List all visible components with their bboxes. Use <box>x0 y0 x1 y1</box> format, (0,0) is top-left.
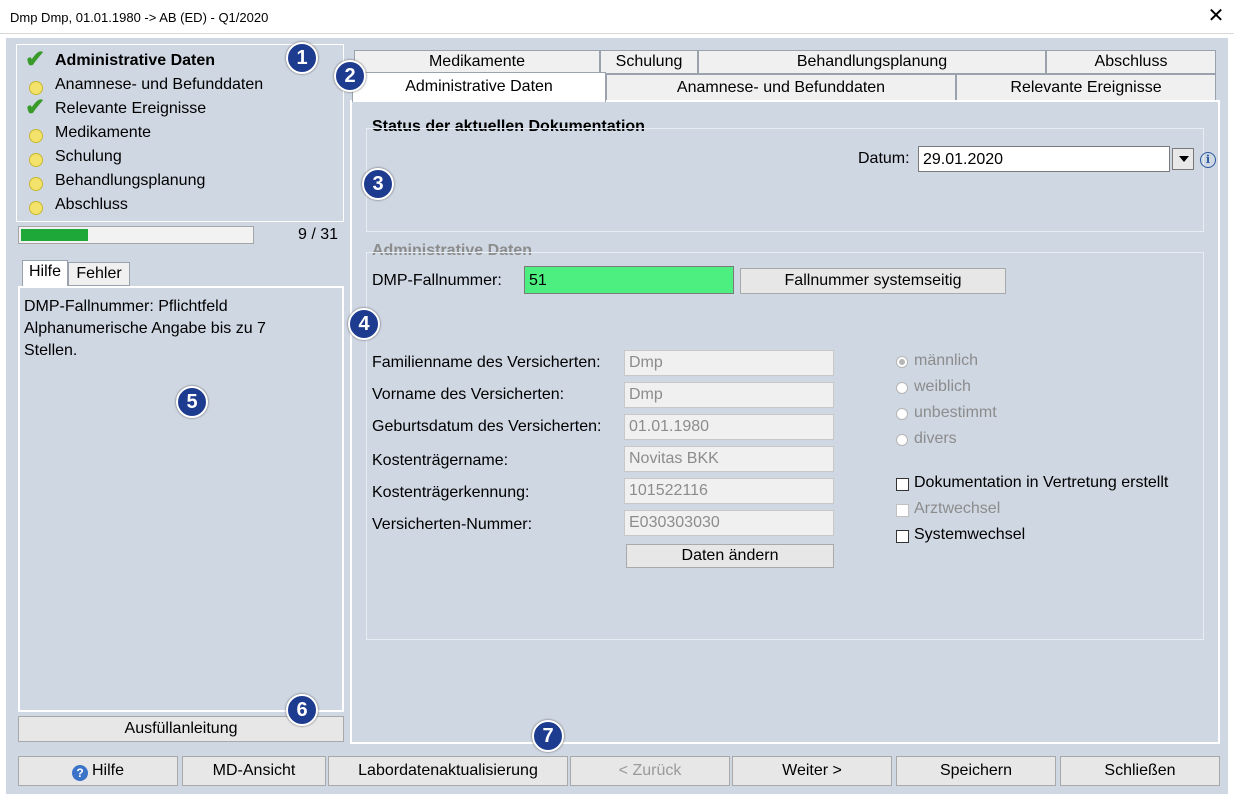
checkbox-label: Dokumentation in Vertretung erstellt <box>914 474 1169 491</box>
field-label: Vorname des Versicherten: <box>372 386 565 403</box>
nav-item-label: Anamnese- und Befunddaten <box>55 76 264 93</box>
yellow-dot-icon <box>27 172 45 191</box>
checkbox-label: Systemwechsel <box>914 526 1026 543</box>
hilfe-label: Hilfe <box>91 762 124 779</box>
badge-2: 2 <box>334 60 366 92</box>
arztwechsel-checkbox[interactable] <box>896 504 909 517</box>
fallnummer-input[interactable]: 51 <box>524 266 734 294</box>
badge-1: 1 <box>286 42 318 74</box>
nav-item-relevante-ereignisse[interactable]: ✔ Relevante Ereignisse <box>25 94 327 121</box>
schliessen-button[interactable]: Schließen <box>1060 756 1220 786</box>
kostentraegername-field[interactable]: Novitas BKK <box>624 446 834 472</box>
radio-label: weiblich <box>914 378 971 395</box>
field-label: Kostenträgerkennung: <box>372 484 530 501</box>
badge-6: 6 <box>286 694 318 726</box>
yellow-dot-icon <box>27 148 45 167</box>
help-text-line: DMP-Fallnummer: Pflichtfeld <box>24 298 228 315</box>
tab-schulung[interactable]: Schulung <box>600 50 698 74</box>
tab-fehler[interactable]: Fehler <box>68 262 130 286</box>
yellow-dot-icon <box>27 76 45 95</box>
tab-administrative-daten[interactable]: Administrative Daten <box>352 72 606 102</box>
weiter-button[interactable]: Weiter > <box>732 756 892 786</box>
nav-item-administrative-daten[interactable]: ✔ Administrative Daten <box>25 46 327 73</box>
md-ansicht-button[interactable]: MD-Ansicht <box>182 756 326 786</box>
tab-anamnese[interactable]: Anamnese- und Befunddaten <box>606 74 956 102</box>
progress-text: 9 / 31 <box>298 226 339 243</box>
tab-behandlungsplanung[interactable]: Behandlungsplanung <box>698 50 1046 74</box>
nav-item-medikamente[interactable]: Medikamente <box>27 121 327 145</box>
title-bar: Dmp Dmp, 01.01.1980 -> AB (ED) - Q1/2020… <box>0 0 1234 34</box>
radio-weiblich[interactable] <box>896 382 908 394</box>
help-text-line: Stellen. <box>24 342 78 359</box>
yellow-dot-icon <box>27 196 45 215</box>
nav-item-abschluss[interactable]: Abschluss <box>27 193 327 217</box>
speichern-button[interactable]: Speichern <box>896 756 1056 786</box>
help-panel: DMP-Fallnummer: Pflichtfeld Alphanumeris… <box>18 286 344 712</box>
nav-item-label: Administrative Daten <box>55 52 216 69</box>
familienname-field[interactable]: Dmp <box>624 350 834 376</box>
vertretung-checkbox[interactable] <box>896 478 909 491</box>
nav-item-label: Behandlungsplanung <box>55 172 206 189</box>
fallnummer-label: DMP-Fallnummer: <box>372 272 502 289</box>
field-label: Kostenträgername: <box>372 452 509 469</box>
badge-5: 5 <box>176 386 208 418</box>
zurueck-button[interactable]: < Zurück <box>570 756 730 786</box>
kostentraegerkennung-field[interactable]: 101522116 <box>624 478 834 504</box>
tab-hilfe[interactable]: Hilfe <box>22 260 68 286</box>
progress-bar <box>18 226 254 244</box>
hilfe-button[interactable]: ? Hilfe <box>18 756 178 786</box>
fallnummer-systemseitig-button[interactable]: Fallnummer systemseitig <box>740 268 1006 294</box>
geburtsdatum-field[interactable]: 01.01.1980 <box>624 414 834 440</box>
status-group-box <box>366 128 1204 232</box>
radio-label: männlich <box>914 352 979 369</box>
radio-unbestimmt[interactable] <box>896 408 908 420</box>
tab-medikamente[interactable]: Medikamente <box>354 50 600 74</box>
nav-item-label: Medikamente <box>55 124 152 141</box>
field-label: Versicherten-Nummer: <box>372 516 533 533</box>
nav-item-anamnese[interactable]: Anamnese- und Befunddaten <box>27 73 327 97</box>
checkmark-icon: ✔ <box>25 94 46 121</box>
badge-7: 7 <box>532 720 564 752</box>
nav-item-schulung[interactable]: Schulung <box>27 145 327 169</box>
datum-field[interactable]: 29.01.2020 <box>918 146 1170 172</box>
chevron-down-icon <box>1179 156 1189 162</box>
nav-item-label: Relevante Ereignisse <box>55 100 207 117</box>
yellow-dot-icon <box>27 124 45 143</box>
badge-3: 3 <box>362 168 394 200</box>
nav-item-label: Abschluss <box>55 196 128 213</box>
close-icon[interactable]: ✕ <box>1204 4 1228 28</box>
nav-item-behandlungsplanung[interactable]: Behandlungsplanung <box>27 169 327 193</box>
radio-label: unbestimmt <box>914 404 997 421</box>
labordatenaktualisierung-button[interactable]: Labordatenaktualisierung <box>328 756 568 786</box>
tab-relevante-ereignisse[interactable]: Relevante Ereignisse <box>956 74 1216 102</box>
progress-fill <box>21 229 88 241</box>
vorname-field[interactable]: Dmp <box>624 382 834 408</box>
checkmark-icon: ✔ <box>25 46 46 73</box>
help-text-line: Alphanumerische Angabe bis zu 7 <box>24 320 266 337</box>
checkbox-label: Arztwechsel <box>914 500 1001 517</box>
help-icon: ? <box>71 765 88 781</box>
badge-4: 4 <box>348 308 380 340</box>
radio-label: divers <box>914 430 957 447</box>
datum-value: 29.01.2020 <box>923 151 1004 168</box>
datum-label: Datum: <box>858 150 910 167</box>
info-icon[interactable]: i <box>1200 152 1216 168</box>
nav-item-label: Schulung <box>55 148 122 165</box>
radio-divers[interactable] <box>896 434 908 446</box>
tab-abschluss[interactable]: Abschluss <box>1046 50 1216 74</box>
fallnummer-value: 51 <box>529 272 547 289</box>
systemwechsel-checkbox[interactable] <box>896 530 909 543</box>
radio-maennlich[interactable] <box>896 356 908 368</box>
dropdown-button[interactable] <box>1172 148 1194 170</box>
field-label: Geburtsdatum des Versicherten: <box>372 418 602 435</box>
field-label: Familienname des Versicherten: <box>372 354 601 371</box>
window-title: Dmp Dmp, 01.01.1980 -> AB (ED) - Q1/2020 <box>10 10 269 25</box>
daten-aendern-button[interactable]: Daten ändern <box>626 544 834 568</box>
versichertennummer-field[interactable]: E030303030 <box>624 510 834 536</box>
